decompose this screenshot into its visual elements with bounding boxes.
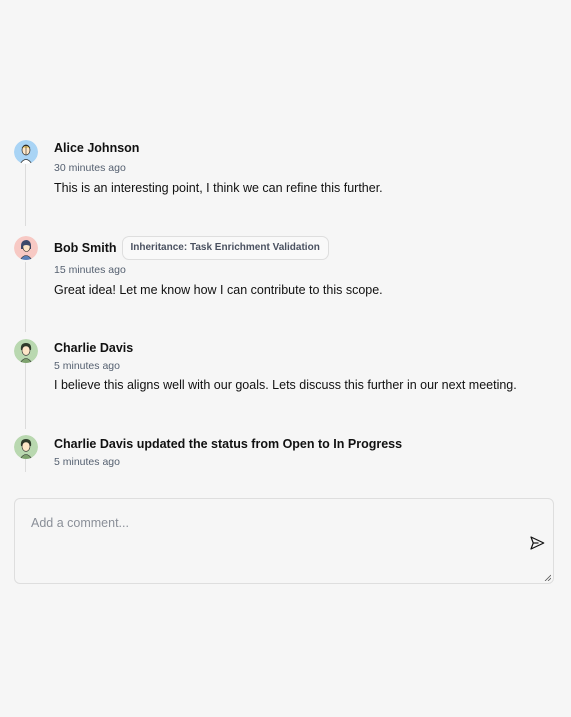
activity-actor[interactable]: Charlie Davis [54, 437, 133, 451]
send-icon [530, 536, 545, 550]
timeline-rail [25, 363, 26, 429]
comment-author[interactable]: Bob Smith [54, 240, 117, 256]
activity-action: updated the status from [136, 437, 280, 451]
comment-author[interactable]: Alice Johnson [54, 140, 139, 156]
comment-body: I believe this aligns well with our goal… [54, 378, 517, 392]
comment-item: Charlie Davis 5 minutes ago I believe th… [54, 340, 559, 393]
comment-item: Alice Johnson 30 minutes ago This is an … [54, 140, 559, 196]
comment-header: Charlie Davis [54, 340, 559, 356]
avatar-alice-icon[interactable] [14, 140, 38, 164]
comment-timestamp: 15 minutes ago [54, 264, 126, 276]
activity-from-status: Open [282, 437, 315, 451]
timeline-rail [25, 458, 26, 472]
avatar-bob-icon[interactable] [14, 236, 38, 260]
comment-body: This is an interesting point, I think we… [54, 181, 383, 195]
comment-input[interactable] [15, 499, 553, 583]
comment-composer [14, 498, 554, 584]
comment-item: Bob Smith Inheritance: Task Enrichment V… [54, 236, 559, 298]
activity-connector: to [318, 437, 330, 451]
resize-grip-icon[interactable] [544, 574, 551, 581]
timeline-rail [25, 164, 26, 226]
comment-header: Alice Johnson [54, 140, 559, 156]
inheritance-tag[interactable]: Inheritance: Task Enrichment Validation [121, 236, 329, 260]
avatar-charlie-icon[interactable] [14, 435, 38, 459]
comment-author[interactable]: Charlie Davis [54, 340, 133, 356]
send-button[interactable] [528, 534, 546, 552]
activity-item: Charlie Davis updated the status from Op… [54, 436, 559, 469]
status-change-text: Charlie Davis updated the status from Op… [54, 436, 559, 452]
comment-timestamp: 5 minutes ago [54, 360, 120, 372]
avatar-charlie-icon[interactable] [14, 339, 38, 363]
comment-timestamp: 30 minutes ago [54, 162, 126, 174]
comment-header: Bob Smith Inheritance: Task Enrichment V… [54, 236, 559, 260]
activity-to-status: In Progress [333, 437, 403, 451]
activity-timestamp: 5 minutes ago [54, 456, 120, 468]
comment-body: Great idea! Let me know how I can contri… [54, 283, 383, 297]
timeline-rail [25, 262, 26, 332]
activity-timeline: Alice Johnson 30 minutes ago This is an … [0, 0, 571, 717]
